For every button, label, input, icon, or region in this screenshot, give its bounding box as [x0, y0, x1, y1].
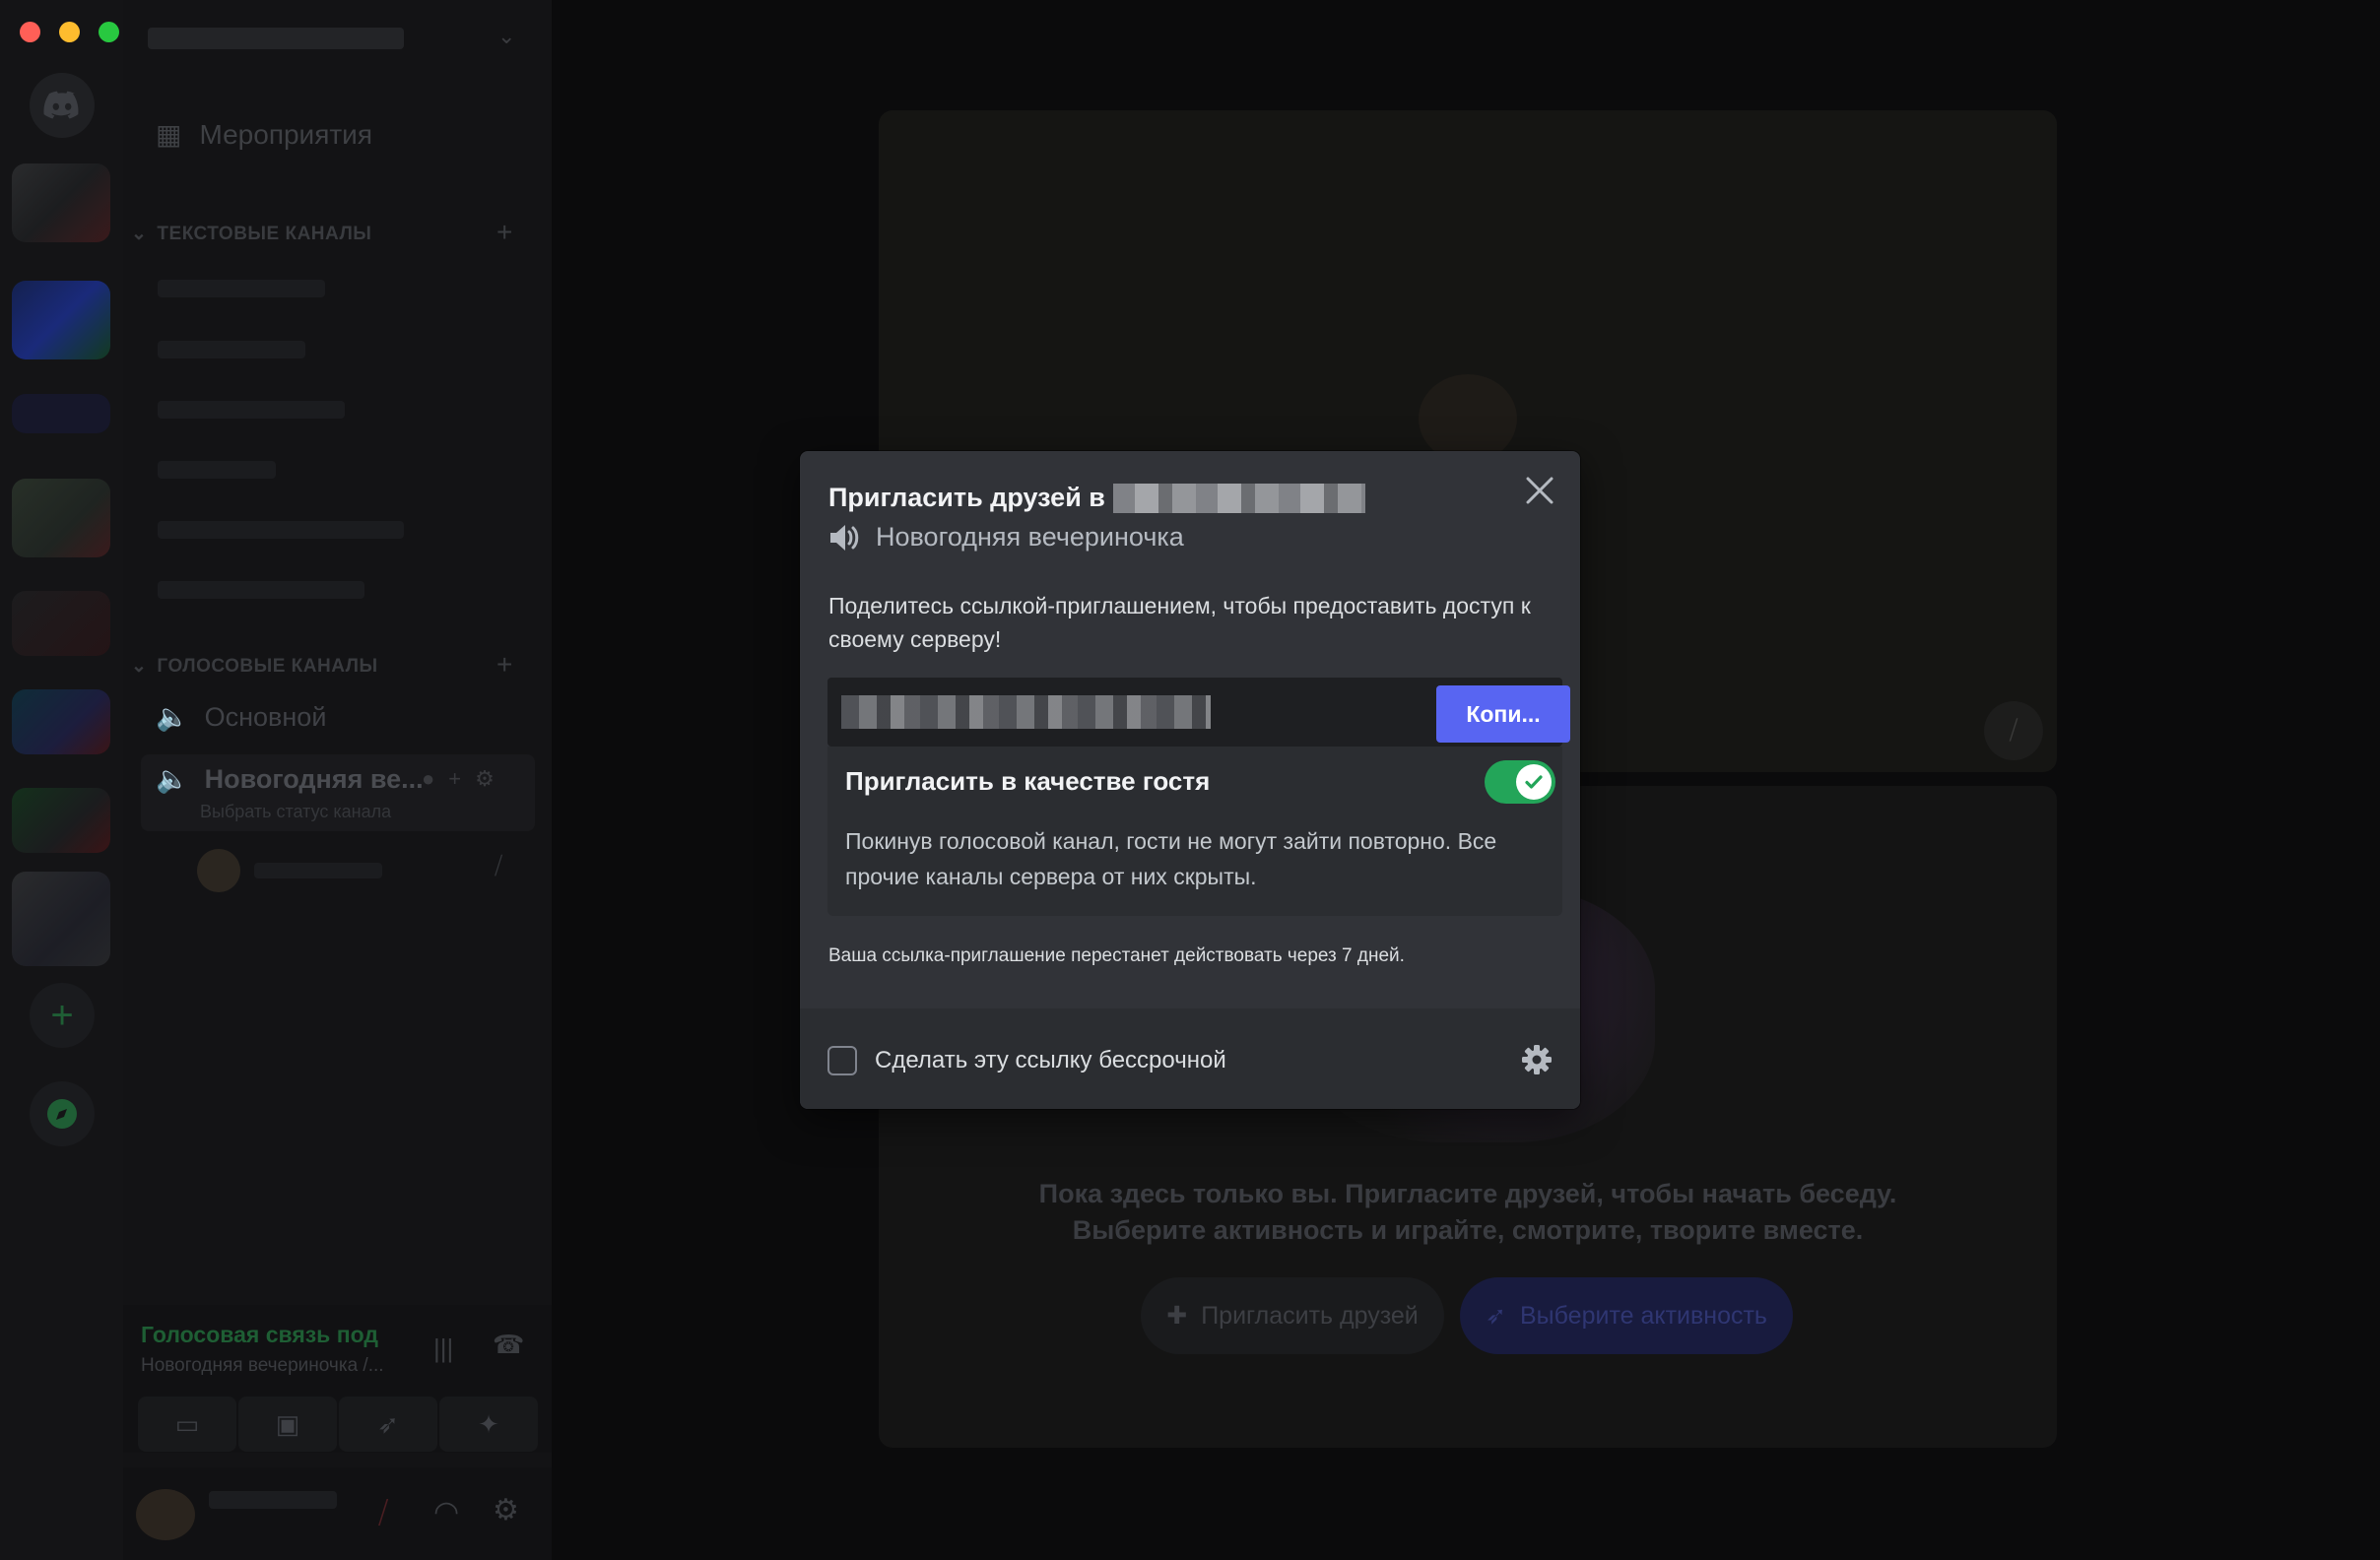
guest-toggle[interactable] [1485, 760, 1555, 804]
voice-channel-item[interactable]: 🔈 Основной [156, 701, 326, 733]
rocket-icon: ➶ [1486, 1302, 1506, 1330]
mic-muted-icon: ⧸ [1984, 701, 2043, 760]
gear-icon[interactable]: ⚙ [475, 766, 495, 792]
empty-state-text: Пока здесь только вы. Пригласите друзей,… [1038, 1179, 1897, 1245]
text-channel-item[interactable] [158, 521, 404, 539]
disconnect-icon[interactable]: ☎ [493, 1330, 524, 1360]
headphones-icon[interactable]: ◠ [433, 1495, 459, 1529]
mic-muted-icon[interactable]: ⧸ [378, 1497, 388, 1530]
voice-channel-actions: ● + ⚙ [422, 766, 495, 792]
server-icon[interactable] [12, 788, 110, 853]
add-server-icon[interactable]: + [30, 983, 95, 1048]
guest-invite-section: Пригласить в качестве гостя Покинув голо… [827, 747, 1562, 916]
events-item[interactable]: ▦ Мероприятия [156, 118, 372, 151]
channel-status[interactable]: Выбрать статус канала [200, 802, 391, 822]
server-icon[interactable] [12, 163, 110, 242]
check-icon [1525, 775, 1543, 789]
server-name-redacted [1112, 483, 1365, 513]
username-blur [254, 863, 382, 878]
text-channel-item[interactable] [158, 401, 345, 419]
username-blur [209, 1491, 337, 1509]
discord-home-button[interactable] [30, 73, 95, 138]
close-icon [1526, 477, 1554, 504]
chat-icon[interactable]: ● [422, 766, 434, 792]
screen-share-icon[interactable]: ▣ [238, 1397, 337, 1452]
chevron-down-icon[interactable]: ⌄ [497, 24, 515, 49]
avatar [197, 849, 240, 892]
server-icon[interactable] [12, 394, 110, 433]
text-channel-item[interactable] [158, 461, 276, 479]
channel-line: Новогодняя вечериночка [828, 522, 1184, 552]
avatar[interactable] [136, 1489, 195, 1540]
invite-friends-button[interactable]: ✚ Пригласить друзей [1141, 1277, 1444, 1354]
invite-link-redacted[interactable] [841, 695, 1211, 729]
guest-title: Пригласить в качестве гостя [845, 766, 1211, 796]
soundboard-icon[interactable]: ✦ [439, 1397, 538, 1452]
server-name[interactable] [148, 28, 404, 49]
user-avatar-large [1419, 374, 1517, 463]
server-icon[interactable] [12, 872, 110, 966]
link-settings-button[interactable] [1517, 1040, 1556, 1079]
server-icon[interactable] [12, 689, 110, 754]
server-icon[interactable] [12, 479, 110, 557]
gear-icon[interactable]: ⚙ [493, 1493, 519, 1528]
close-button[interactable] [1518, 469, 1561, 512]
invite-modal: Пригласить друзей в Новогодняя вечериноч… [800, 451, 1580, 1109]
window-maximize-button[interactable] [99, 22, 119, 42]
speaker-icon: 🔈 [156, 764, 189, 794]
mic-muted-icon: ⧸ [495, 853, 503, 879]
server-icon[interactable] [12, 281, 110, 359]
voice-channels-category[interactable]: ⌄ ГОЛОСОВЫЕ КАНАЛЫ [131, 655, 378, 678]
text-channel-item[interactable] [158, 341, 305, 358]
discord-logo-icon [43, 91, 79, 119]
soundwave-icon[interactable]: ||| [433, 1333, 453, 1364]
calendar-icon: ▦ [156, 119, 182, 150]
voice-user[interactable] [197, 849, 382, 892]
add-channel-icon[interactable]: + [496, 649, 512, 681]
camera-off-icon[interactable]: ▭ [138, 1397, 236, 1452]
toggle-knob [1516, 764, 1552, 800]
discover-compass-icon[interactable] [30, 1081, 95, 1146]
copy-button[interactable]: Копи... [1436, 685, 1570, 743]
text-channel-item[interactable] [158, 581, 364, 599]
text-channel-item[interactable] [158, 280, 325, 297]
window-minimize-button[interactable] [59, 22, 80, 42]
server-icon[interactable] [12, 591, 110, 656]
invite-link-field[interactable]: Копи... [827, 678, 1570, 747]
add-user-icon: ✚ [1166, 1302, 1188, 1330]
expire-note: Ваша ссылка-приглашение перестанет дейст… [828, 945, 1405, 966]
chevron-down-icon: ⌄ [131, 224, 148, 244]
modal-description: Поделитесь ссылкой-приглашением, чтобы п… [828, 593, 1531, 652]
speaker-icon: 🔈 [156, 702, 189, 732]
guest-description: Покинув голосовой канал, гости не могут … [845, 828, 1497, 889]
text-channels-category[interactable]: ⌄ ТЕКСТОВЫЕ КАНАЛЫ [131, 223, 371, 245]
permanent-link-checkbox[interactable] [827, 1046, 857, 1075]
modal-title: Пригласить друзей в [828, 483, 1365, 513]
chevron-down-icon: ⌄ [131, 656, 148, 677]
add-channel-icon[interactable]: + [496, 217, 512, 248]
window-close-button[interactable] [20, 22, 40, 42]
gear-icon [1522, 1045, 1552, 1074]
invite-icon[interactable]: + [448, 766, 461, 792]
voice-connected-label: Голосовая связь под [141, 1322, 378, 1347]
permanent-link-label[interactable]: Сделать эту ссылку бессрочной [875, 1046, 1226, 1075]
rocket-icon[interactable]: ➶ [339, 1397, 437, 1452]
voice-connected-channel[interactable]: Новогодняя вечериночка /... [141, 1355, 384, 1377]
channel-name: Новогодняя вечериночка [876, 522, 1184, 552]
choose-activity-button[interactable]: ➶ Выберите активность [1460, 1277, 1793, 1354]
speaker-icon [830, 524, 859, 551]
voice-channel-item-active[interactable]: 🔈 Новогодняя ве... [156, 763, 424, 795]
